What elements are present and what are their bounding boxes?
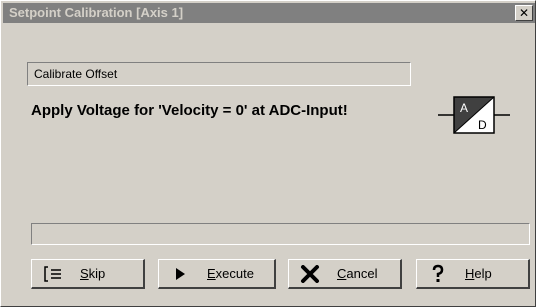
execute-button[interactable]: Execute: [158, 259, 276, 289]
execute-label: Execute: [207, 266, 254, 281]
cancel-label: Cancel: [337, 266, 378, 281]
title-bar[interactable]: Setpoint Calibration [Axis 1] ✕: [3, 3, 535, 23]
adc-digital-label: D: [478, 118, 487, 132]
mode-label: Calibrate Offset: [34, 67, 118, 81]
mode-label-box: Calibrate Offset: [27, 62, 411, 86]
close-button[interactable]: ✕: [515, 5, 533, 21]
question-icon: [425, 264, 451, 284]
skip-button[interactable]: Skip: [31, 259, 145, 289]
instruction-text: Apply Voltage for 'Velocity = 0' at ADC-…: [31, 102, 348, 119]
help-button[interactable]: Help: [416, 259, 530, 289]
play-icon: [167, 267, 193, 281]
dialog-window: Setpoint Calibration [Axis 1] ✕ Calibrat…: [0, 0, 536, 307]
cancel-button[interactable]: Cancel: [288, 259, 402, 289]
close-icon: ✕: [518, 6, 530, 20]
progress-bar: [31, 223, 530, 245]
skip-icon: [40, 265, 66, 283]
cancel-x-icon: [297, 264, 323, 283]
adc-converter-icon: A D: [438, 96, 510, 134]
help-label: Help: [465, 266, 492, 281]
skip-label: Skip: [80, 266, 106, 281]
window-title: Setpoint Calibration [Axis 1]: [9, 5, 184, 20]
adc-analog-label: A: [460, 101, 468, 115]
